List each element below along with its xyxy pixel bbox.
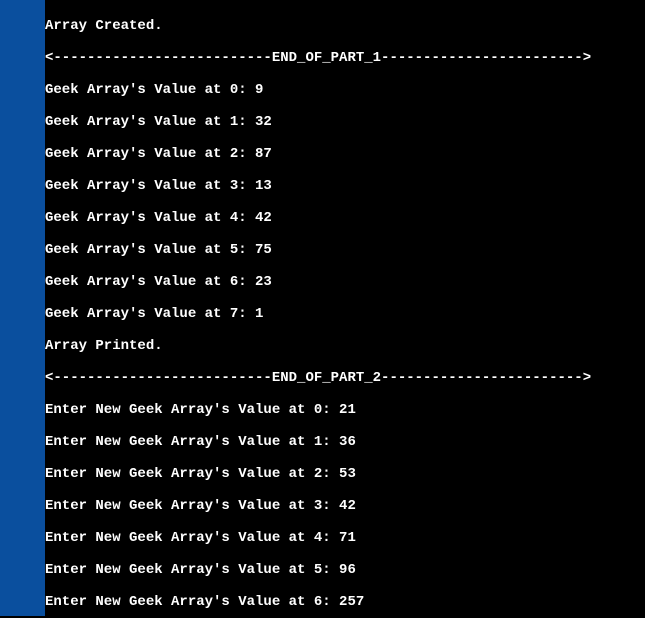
console-line: Enter New Geek Array's Value at 3: 42 xyxy=(45,498,645,514)
console-line: Enter New Geek Array's Value at 6: 257 xyxy=(45,594,645,610)
console-line: Geek Array's Value at 4: 42 xyxy=(45,210,645,226)
window-sidebar xyxy=(0,0,45,616)
console-line: Enter New Geek Array's Value at 0: 21 xyxy=(45,402,645,418)
console-line: Geek Array's Value at 5: 75 xyxy=(45,242,645,258)
console-line: Geek Array's Value at 7: 1 xyxy=(45,306,645,322)
console-line: Geek Array's Value at 3: 13 xyxy=(45,178,645,194)
console-line: Geek Array's Value at 1: 32 xyxy=(45,114,645,130)
console-line: Enter New Geek Array's Value at 1: 36 xyxy=(45,434,645,450)
console-line: Enter New Geek Array's Value at 4: 71 xyxy=(45,530,645,546)
console-line: Enter New Geek Array's Value at 2: 53 xyxy=(45,466,645,482)
console-output[interactable]: Array Created. <------------------------… xyxy=(45,0,645,618)
console-line: Array Created. xyxy=(45,18,645,34)
console-line: Array Printed. xyxy=(45,338,645,354)
console-line: Geek Array's Value at 2: 87 xyxy=(45,146,645,162)
separator-2: <--------------------------END_OF_PART_2… xyxy=(45,370,645,386)
console-line: Geek Array's Value at 6: 23 xyxy=(45,274,645,290)
separator-1: <--------------------------END_OF_PART_1… xyxy=(45,50,645,66)
console-line: Geek Array's Value at 0: 9 xyxy=(45,82,645,98)
console-line: Enter New Geek Array's Value at 5: 96 xyxy=(45,562,645,578)
